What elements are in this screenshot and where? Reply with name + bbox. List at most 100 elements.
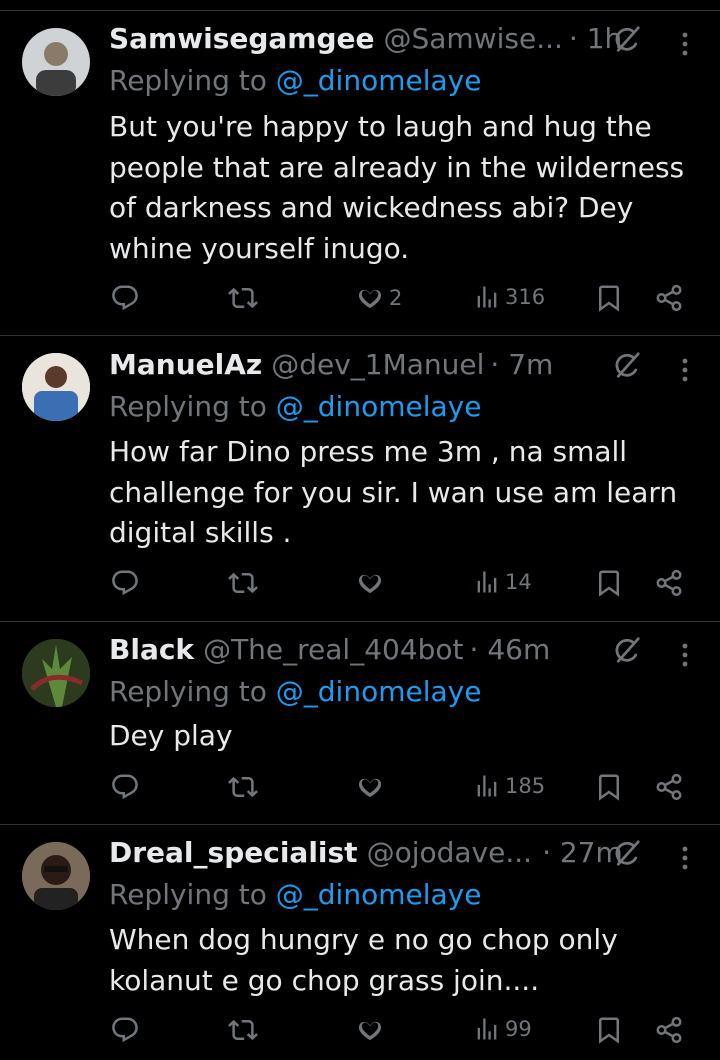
grok-icon[interactable]	[612, 838, 642, 868]
reply-icon	[110, 283, 140, 313]
views-button[interactable]: 99	[473, 1015, 532, 1043]
share-icon	[654, 1015, 684, 1045]
tweet[interactable]: Black @The_real_404bot · 46m Replying to…	[0, 622, 720, 824]
like-icon	[355, 283, 385, 313]
timestamp[interactable]: · 27m	[542, 833, 623, 873]
reply-icon	[110, 772, 140, 802]
reply-icon	[110, 568, 140, 598]
share-icon	[654, 772, 684, 802]
like-button[interactable]	[355, 568, 385, 598]
more-icon[interactable]	[674, 842, 696, 874]
bookmark-button[interactable]	[594, 568, 624, 598]
views-count: 185	[505, 774, 546, 798]
bookmark-button[interactable]	[594, 1015, 624, 1045]
display-name[interactable]: Dreal_specialist	[109, 833, 358, 873]
grok-icon[interactable]	[612, 635, 642, 665]
views-button[interactable]: 14	[473, 568, 532, 596]
action-bar: 14	[0, 568, 720, 604]
retweet-icon	[228, 772, 258, 802]
more-icon[interactable]	[674, 354, 696, 386]
tweet-text: But you're happy to laugh and hug the pe…	[109, 110, 685, 265]
reply-icon	[110, 1015, 140, 1045]
views-icon	[473, 1015, 501, 1043]
reply-button[interactable]	[110, 1015, 140, 1045]
grok-icon[interactable]	[612, 24, 642, 54]
display-name[interactable]: ManuelAz	[109, 345, 262, 385]
views-count: 316	[505, 285, 546, 309]
tweet-text: Dey play	[109, 719, 233, 752]
views-count: 14	[505, 570, 532, 594]
tweet[interactable]: ManuelAz @dev_1Manuel · 7m Replying to @…	[0, 336, 720, 621]
retweet-icon	[228, 283, 258, 313]
tweet[interactable]: Samwisegamgee @Samwise... · 1h Replying …	[0, 11, 720, 335]
retweet-button[interactable]	[228, 283, 258, 313]
timestamp[interactable]: · 46m	[470, 630, 551, 670]
views-count: 99	[505, 1017, 532, 1041]
share-icon	[654, 283, 684, 313]
tweet-text: How far Dino press me 3m , na small chal…	[109, 435, 678, 549]
like-button[interactable]: 2	[355, 283, 402, 313]
replying-to-label: Replying to	[109, 675, 267, 708]
share-button[interactable]	[654, 1015, 684, 1045]
avatar[interactable]	[22, 353, 90, 421]
replying-to: Replying to @_dinomelaye	[109, 61, 481, 101]
avatar[interactable]	[22, 639, 90, 707]
bookmark-icon	[594, 1015, 624, 1045]
replying-to: Replying to @_dinomelaye	[109, 387, 481, 427]
retweet-icon	[228, 1015, 258, 1045]
like-icon	[355, 772, 385, 802]
bookmark-icon	[594, 283, 624, 313]
replying-to-label: Replying to	[109, 64, 267, 97]
views-icon	[473, 283, 501, 311]
action-bar: 185	[0, 772, 720, 808]
mention-link[interactable]: @_dinomelaye	[276, 390, 482, 423]
tweet-text: When dog hungry e no go chop only kolanu…	[109, 923, 618, 997]
avatar[interactable]	[22, 842, 90, 910]
mention-link[interactable]: @_dinomelaye	[276, 675, 482, 708]
reply-button[interactable]	[110, 772, 140, 802]
views-icon	[473, 568, 501, 596]
like-button[interactable]	[355, 1015, 385, 1045]
timestamp[interactable]: · 7m	[490, 345, 553, 385]
like-button[interactable]	[355, 772, 385, 802]
more-icon[interactable]	[674, 28, 696, 60]
reply-button[interactable]	[110, 283, 140, 313]
share-button[interactable]	[654, 568, 684, 598]
more-icon[interactable]	[674, 639, 696, 671]
handle[interactable]: @Samwise...	[384, 19, 563, 59]
like-icon	[355, 1015, 385, 1045]
views-button[interactable]: 185	[473, 772, 545, 800]
handle[interactable]: @ojodave...	[367, 833, 532, 873]
replying-to-label: Replying to	[109, 390, 267, 423]
retweet-button[interactable]	[228, 772, 258, 802]
replying-to: Replying to @_dinomelaye	[109, 672, 481, 712]
bookmark-icon	[594, 772, 624, 802]
reply-button[interactable]	[110, 568, 140, 598]
bookmark-button[interactable]	[594, 772, 624, 802]
share-icon	[654, 568, 684, 598]
handle[interactable]: @The_real_404bot	[203, 630, 463, 670]
bookmark-icon	[594, 568, 624, 598]
tweet[interactable]: Dreal_specialist @ojodave... · 27m Reply…	[0, 825, 720, 1060]
grok-icon[interactable]	[612, 350, 642, 380]
views-button[interactable]: 316	[473, 283, 545, 311]
mention-link[interactable]: @_dinomelaye	[276, 878, 482, 911]
retweet-button[interactable]	[228, 1015, 258, 1045]
handle[interactable]: @dev_1Manuel	[271, 345, 484, 385]
display-name[interactable]: Samwisegamgee	[109, 19, 375, 59]
action-bar: 2 316	[0, 283, 720, 319]
display-name[interactable]: Black	[109, 630, 194, 670]
replying-to: Replying to @_dinomelaye	[109, 875, 481, 915]
mention-link[interactable]: @_dinomelaye	[276, 64, 482, 97]
views-icon	[473, 772, 501, 800]
bookmark-button[interactable]	[594, 283, 624, 313]
avatar[interactable]	[22, 28, 90, 96]
replying-to-label: Replying to	[109, 878, 267, 911]
like-icon	[355, 568, 385, 598]
share-button[interactable]	[654, 283, 684, 313]
action-bar: 99	[0, 1015, 720, 1051]
reply-feed: Samwisegamgee @Samwise... · 1h Replying …	[0, 0, 720, 1060]
share-button[interactable]	[654, 772, 684, 802]
retweet-button[interactable]	[228, 568, 258, 598]
like-count: 2	[389, 286, 403, 310]
